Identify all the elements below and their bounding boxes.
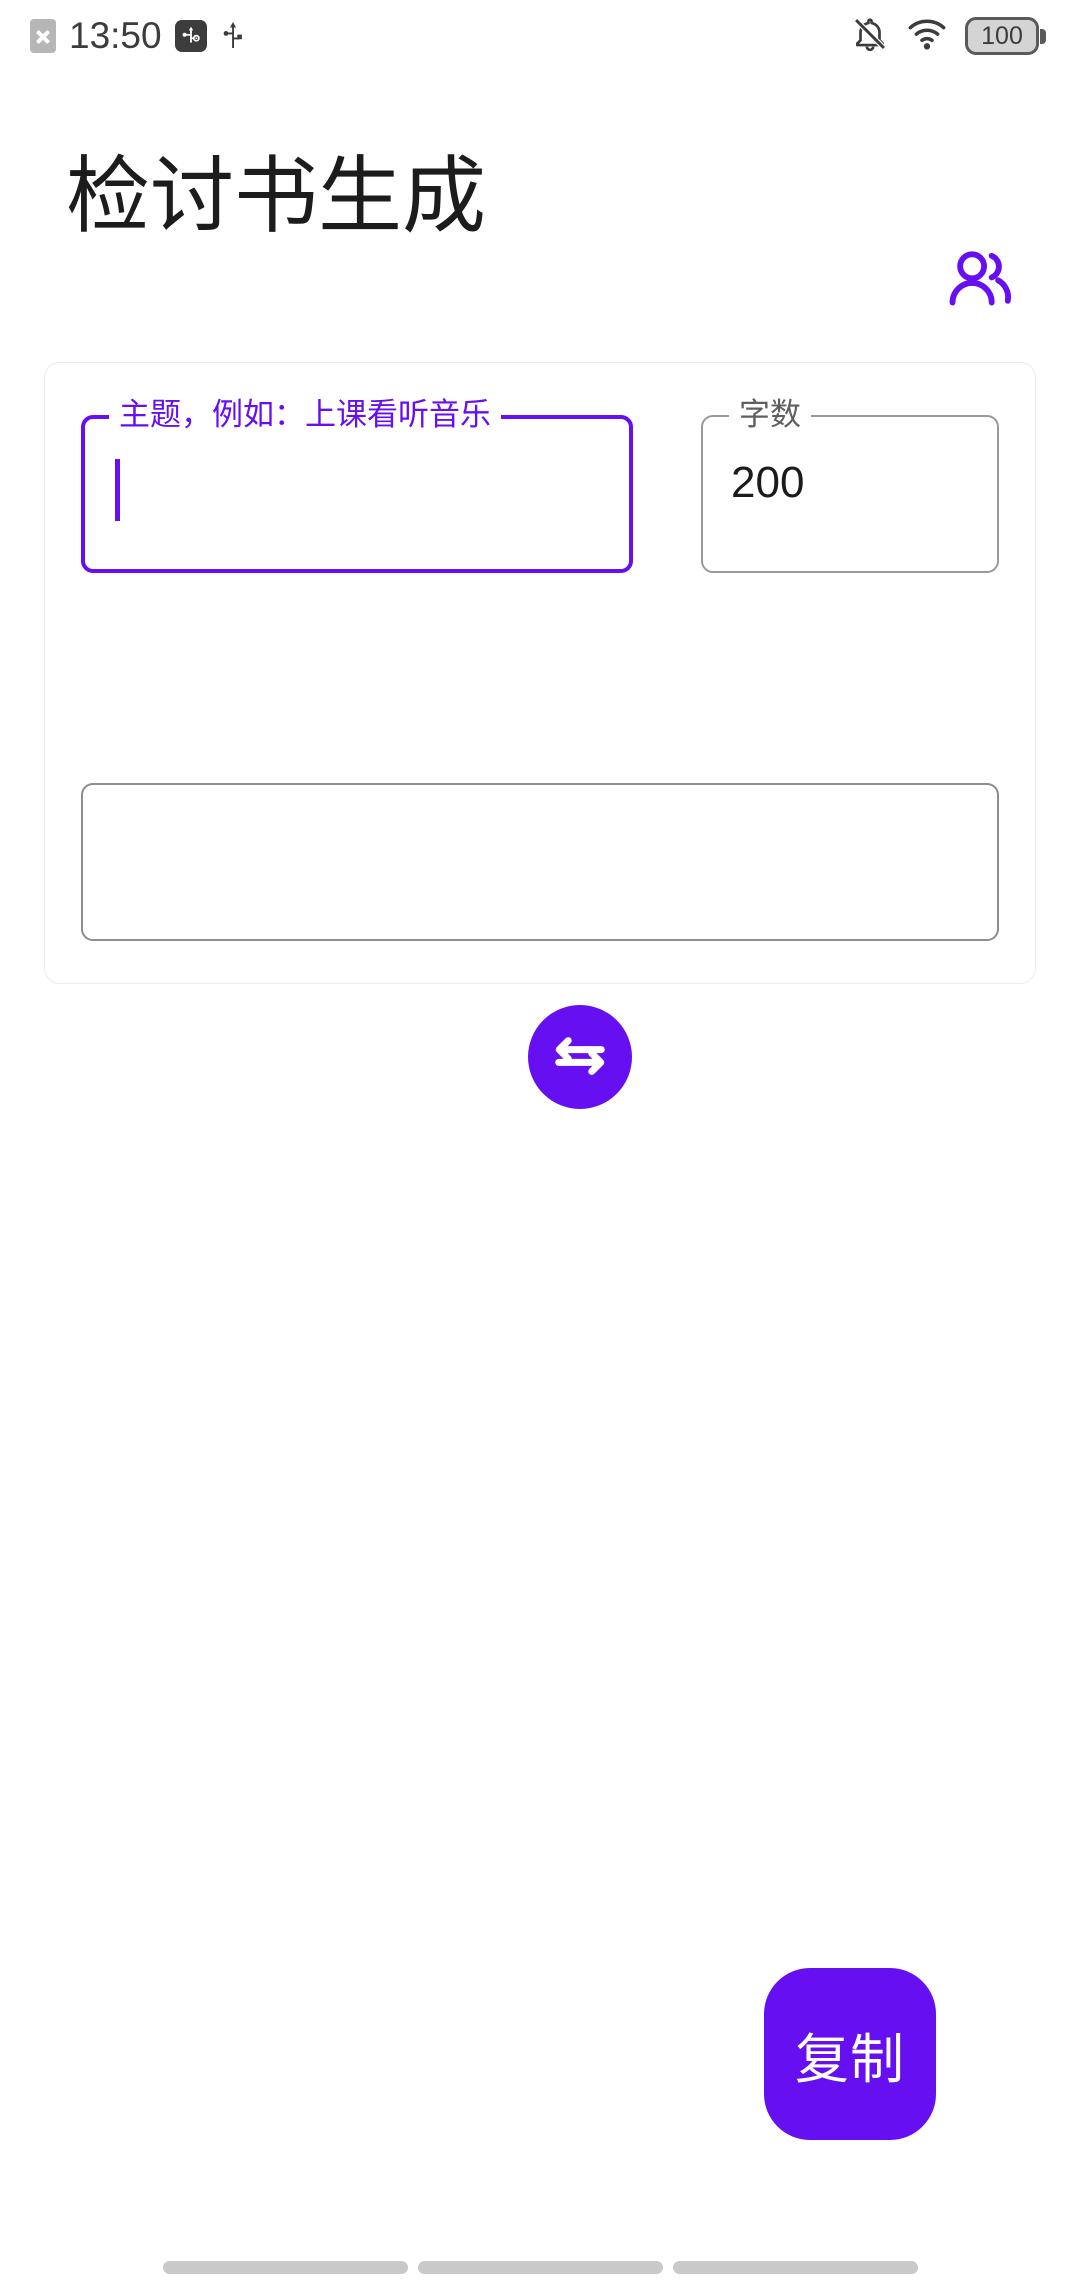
battery-level-text: 100 bbox=[981, 21, 1023, 50]
status-bar-clock: 13:50 bbox=[69, 15, 162, 56]
generate-button[interactable] bbox=[528, 1005, 632, 1109]
system-navigation-bar bbox=[0, 2224, 1080, 2280]
app-bar: 检讨书生成 bbox=[0, 72, 1080, 312]
phone-screen: 13:50 100 检讨书生成 主题，例如：上课看听音乐 字数 200 复制 bbox=[0, 0, 1080, 2280]
word-count-input-label: 字数 bbox=[729, 398, 811, 432]
people-icon bbox=[942, 240, 1018, 321]
bell-off-icon bbox=[851, 15, 889, 58]
members-button[interactable] bbox=[924, 224, 1036, 336]
topic-input-outline bbox=[81, 415, 633, 573]
wifi-icon bbox=[907, 15, 947, 58]
nav-back-pill[interactable] bbox=[672, 2261, 918, 2274]
usb-icon bbox=[220, 19, 246, 53]
status-bar-left: 13:50 bbox=[30, 15, 246, 57]
nav-home-pill[interactable] bbox=[417, 2261, 663, 2274]
output-textarea[interactable] bbox=[81, 783, 999, 941]
status-bar-right: 100 bbox=[851, 15, 1046, 58]
nav-recents-pill[interactable] bbox=[162, 2261, 408, 2274]
topic-input-label: 主题，例如：上课看听音乐 bbox=[109, 398, 501, 432]
copy-button[interactable]: 复制 bbox=[764, 1968, 936, 2140]
usb-debugging-icon bbox=[174, 20, 207, 52]
word-count-input[interactable]: 字数 200 bbox=[701, 398, 999, 573]
topic-input[interactable]: 主题，例如：上课看听音乐 bbox=[81, 398, 633, 573]
text-cursor bbox=[115, 459, 120, 521]
page-title: 检讨书生成 bbox=[66, 149, 487, 243]
copy-button-label: 复制 bbox=[795, 2029, 905, 2090]
form-card: 主题，例如：上课看听音乐 字数 200 bbox=[44, 362, 1036, 1109]
battery-icon: 100 bbox=[965, 17, 1046, 55]
swap-horizontal-arrows-icon bbox=[548, 1024, 612, 1091]
sim-card-x-icon bbox=[30, 19, 56, 53]
status-bar: 13:50 100 bbox=[0, 0, 1080, 72]
word-count-input-value: 200 bbox=[731, 458, 805, 507]
battery-cap bbox=[1040, 28, 1046, 44]
